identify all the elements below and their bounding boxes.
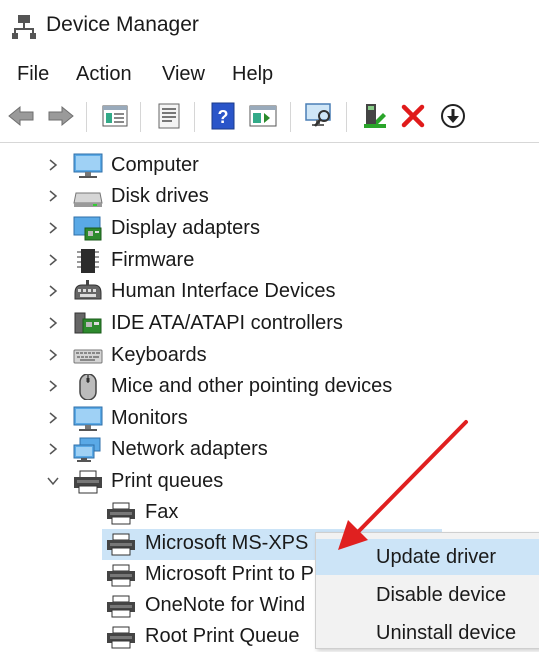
print-queue-label: OneNote for Wind	[145, 594, 306, 616]
menu-view[interactable]: View	[162, 63, 205, 86]
forward-icon[interactable]	[44, 99, 78, 133]
print-queue-label: Microsoft MS-XPS	[145, 532, 309, 554]
printer-icon	[107, 595, 135, 618]
chevron-right-icon[interactable]	[46, 411, 60, 425]
chevron-right-icon[interactable]	[46, 442, 60, 456]
device-manager-app-icon	[12, 15, 36, 39]
download-icon[interactable]	[436, 99, 470, 133]
print-queue-label: Root Print Queue	[145, 625, 300, 647]
menu-file[interactable]: File	[17, 63, 49, 86]
chevron-down-icon[interactable]	[46, 474, 60, 488]
chevron-right-icon[interactable]	[46, 348, 60, 362]
network-adapter-icon	[73, 437, 101, 462]
toolbar-separator	[346, 102, 347, 132]
back-icon[interactable]	[4, 99, 38, 133]
tree-item-label: Firmware	[111, 249, 195, 271]
svg-text:?: ?	[218, 107, 229, 127]
tree-item-label: Keyboards	[111, 344, 207, 366]
help-icon[interactable]: ?	[206, 99, 240, 133]
context-disable-device[interactable]: Disable device	[316, 577, 539, 613]
chevron-right-icon[interactable]	[46, 189, 60, 203]
context-uninstall-device[interactable]: Uninstall device	[316, 615, 539, 651]
printer-icon	[74, 470, 102, 494]
chevron-right-icon[interactable]	[46, 221, 60, 235]
printer-icon	[107, 564, 135, 587]
context-item-label: Update driver	[376, 546, 497, 568]
toolbar-separator	[290, 102, 291, 132]
chevron-right-icon[interactable]	[46, 379, 60, 393]
menu-help[interactable]: Help	[232, 63, 273, 86]
toolbar: ?	[0, 96, 539, 138]
menu-action[interactable]: Action	[76, 63, 132, 86]
disk-drive-icon	[73, 192, 103, 207]
tree-item-label: Human Interface Devices	[111, 280, 336, 302]
print-queue-label: Fax	[145, 501, 179, 523]
firmware-icon	[77, 249, 99, 273]
tree-item-label: Display adapters	[111, 217, 260, 239]
chevron-right-icon[interactable]	[46, 253, 60, 267]
tree-item-label: Disk drives	[111, 185, 209, 207]
tree-item-label: Computer	[111, 154, 199, 176]
monitor-icon	[73, 406, 103, 431]
menu-bar: File Action View Help	[0, 58, 539, 92]
context-item-label: Uninstall device	[376, 622, 517, 644]
context-item-label: Disable device	[376, 584, 507, 606]
mouse-icon	[79, 374, 97, 400]
tree-item-label: Monitors	[111, 407, 188, 429]
uninstall-icon[interactable]	[396, 99, 430, 133]
chevron-right-icon[interactable]	[46, 284, 60, 298]
print-queue-fax[interactable]: Fax	[0, 498, 539, 528]
properties-grid-icon[interactable]	[98, 99, 132, 133]
keyboard-icon	[73, 349, 103, 364]
window-title: Device Manager	[46, 13, 199, 36]
tree-item-label: IDE ATA/ATAPI controllers	[111, 312, 343, 334]
toolbar-separator	[194, 102, 195, 132]
computer-icon	[73, 153, 103, 178]
properties-sheet-icon[interactable]	[152, 99, 186, 133]
scan-hardware-icon[interactable]	[302, 99, 336, 133]
context-menu: Update driver Disable device Uninstall d…	[315, 532, 539, 649]
ide-controller-icon	[74, 312, 102, 334]
printer-icon	[107, 626, 135, 649]
toolbar-separator	[140, 102, 141, 132]
printer-icon	[107, 502, 135, 525]
print-queue-label: Microsoft Print to P	[145, 563, 314, 585]
title-bar: Device Manager	[0, 0, 539, 52]
hid-icon	[74, 280, 102, 300]
tree-item-label: Print queues	[111, 470, 224, 492]
tree-item-label: Mice and other pointing devices	[111, 375, 393, 397]
context-update-driver[interactable]: Update driver	[316, 539, 539, 575]
update-driver-icon[interactable]	[246, 99, 280, 133]
toolbar-separator	[86, 102, 87, 132]
display-adapter-icon	[73, 216, 102, 241]
printer-icon	[107, 533, 135, 556]
chevron-right-icon[interactable]	[46, 316, 60, 330]
enable-device-icon[interactable]	[358, 99, 392, 133]
tree-item-label: Network adapters	[111, 438, 268, 460]
chevron-right-icon[interactable]	[46, 158, 60, 172]
